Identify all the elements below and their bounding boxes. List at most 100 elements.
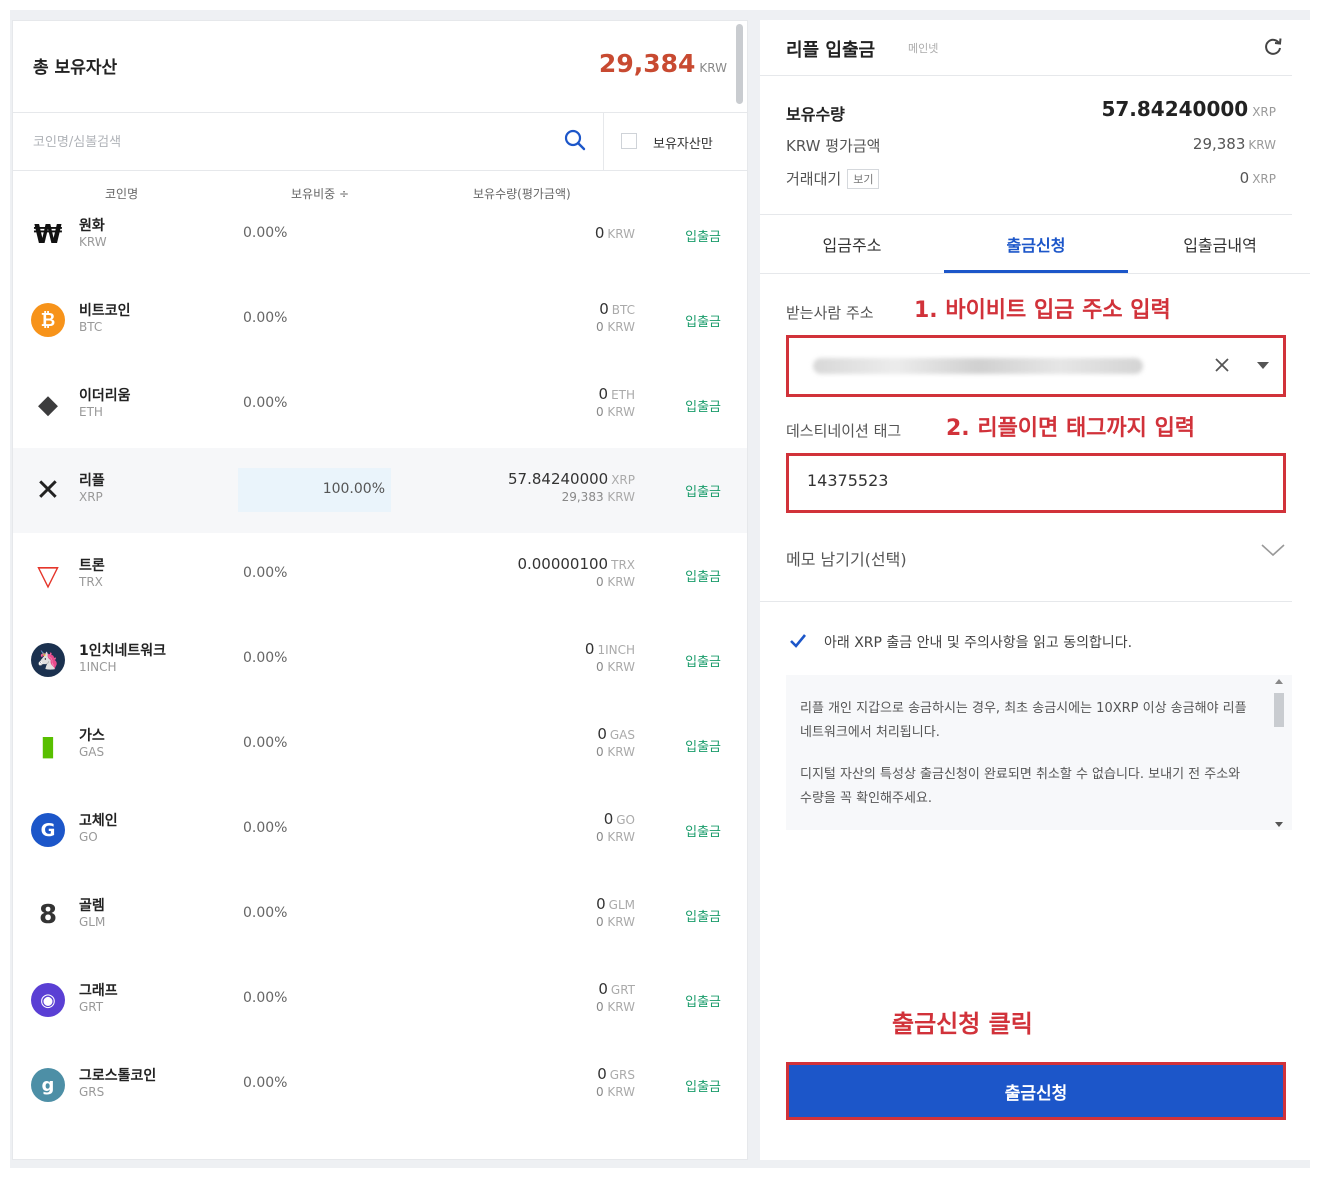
checkmark-icon[interactable]	[788, 631, 808, 651]
bitcoin-icon: ₿	[31, 303, 65, 337]
view-pending-button[interactable]: 보기	[847, 169, 880, 189]
deposit-withdraw-link[interactable]: 입출금	[685, 736, 721, 755]
coin-ratio: 0.00%	[243, 735, 288, 751]
coin-quantity-unit: GRS	[609, 1068, 635, 1082]
coin-ratio: 0.00%	[243, 310, 288, 326]
deposit-withdraw-link[interactable]: 입출금	[685, 906, 721, 925]
total-assets-label: 총 보유자산	[33, 58, 118, 78]
coin-quantity: 0 GO	[603, 810, 635, 828]
coin-name: 가스	[79, 728, 105, 744]
coin-ratio: 0.00%	[243, 650, 288, 666]
total-assets-row: 총 보유자산 29,384 KRW	[13, 21, 747, 113]
coin-krw-value: 0 KRW	[595, 1000, 635, 1014]
scroll-up-icon[interactable]	[1275, 679, 1283, 684]
chevron-down-icon[interactable]	[1257, 362, 1269, 369]
coin-row[interactable]: ▮ 가스 GAS 0.00% 0 GAS 0 KRW 입출금	[13, 703, 747, 788]
deposit-withdraw-link[interactable]: 입출금	[685, 1076, 721, 1095]
total-assets-value: 29,384 KRW	[598, 49, 727, 78]
holding-summary: 보유수량 57.84240000 XRP KRW 평가금액 29,383 KRW 거…	[760, 77, 1292, 215]
scroll-down-icon[interactable]	[1275, 822, 1283, 827]
search-divider	[603, 113, 604, 170]
coin-quantity-unit: GLM	[608, 898, 635, 912]
destination-tag-field[interactable]: 14375523	[786, 453, 1286, 513]
ratio-highlight: 100.00%	[238, 468, 391, 512]
tab-history[interactable]: 입출금내역	[1128, 232, 1312, 256]
coin-krw-value: 0 KRW	[595, 660, 635, 674]
coin-quantity: 0 KRW	[594, 224, 635, 242]
deposit-withdraw-link[interactable]: 입출금	[685, 566, 721, 585]
destination-tag-value: 14375523	[807, 471, 889, 490]
memo-label: 메모 남기기(선택)	[786, 550, 907, 569]
coin-krw-value: 0 KRW	[595, 1085, 635, 1099]
1inch-icon: 🦄	[31, 643, 65, 677]
ethereum-icon: ◆	[38, 390, 58, 420]
deposit-withdraw-link[interactable]: 입출금	[685, 651, 721, 670]
tron-icon: ▽	[37, 558, 59, 592]
deposit-withdraw-link[interactable]: 입출금	[685, 991, 721, 1010]
recipient-address-field[interactable]	[786, 335, 1286, 397]
groestlcoin-icon: g	[31, 1068, 65, 1102]
memo-row[interactable]: 메모 남기기(선택)	[760, 532, 1292, 602]
coin-name: 트론	[79, 558, 105, 574]
coin-quantity: 0 GRT	[598, 980, 635, 998]
deposit-withdraw-link[interactable]: 입출금	[685, 821, 721, 840]
coin-name: 골렘	[79, 898, 105, 914]
tab-deposit-address[interactable]: 입금주소	[760, 232, 944, 256]
coin-symbol: KRW	[79, 235, 107, 249]
coin-row[interactable]: g 그로스톨코인 GRS 0.00% 0 GRS 0 KRW 입출금	[13, 1043, 747, 1128]
mainnet-badge: 메인넷	[908, 42, 939, 55]
refresh-icon[interactable]	[1262, 36, 1284, 58]
coin-quantity-unit: KRW	[607, 227, 635, 241]
notice-paragraph: 디지털 자산의 특성상 출금신청이 완료되면 취소할 수 없습니다. 보내기 전…	[800, 767, 1241, 806]
coin-row[interactable]: ◉ 그래프 GRT 0.00% 0 GRT 0 KRW 입출금	[13, 958, 747, 1043]
coin-row[interactable]: ▽ 트론 TRX 0.00% 0.00000100 TRX 0 KRW 입출금	[13, 533, 747, 618]
krw-value-label: KRW 평가금액	[786, 137, 881, 155]
agree-text: 아래 XRP 출금 안내 및 주의사항을 읽고 동의합니다.	[824, 635, 1133, 651]
coin-name: 그래프	[79, 983, 118, 999]
coin-ratio: 0.00%	[243, 905, 288, 921]
agree-row[interactable]: 아래 XRP 출금 안내 및 주의사항을 읽고 동의합니다.	[786, 630, 1292, 652]
close-icon[interactable]	[1213, 356, 1231, 374]
chevron-down-icon[interactable]	[1260, 540, 1286, 560]
coin-row[interactable]: ₿ 비트코인 BTC 0.00% 0 BTC 0 KRW 입출금	[13, 278, 747, 363]
coin-name: 고체인	[79, 813, 118, 829]
coin-ratio: 0.00%	[243, 990, 288, 1006]
notice-paragraph: 리플 개인 지갑으로 송금하시는 경우, 최초 송금시에는 10XRP 이상 송…	[800, 701, 1247, 740]
deposit-withdraw-link[interactable]: 입출금	[685, 481, 721, 500]
coin-quantity-unit: XRP	[611, 473, 635, 487]
scroll-thumb[interactable]	[1274, 693, 1284, 727]
deposit-withdraw-link[interactable]: 입출금	[685, 311, 721, 330]
coin-search-input[interactable]	[33, 131, 533, 153]
deposit-withdraw-link[interactable]: 입출금	[685, 226, 721, 245]
gochain-icon: G	[31, 813, 65, 847]
coin-name: 이더리움	[79, 388, 131, 404]
coin-row[interactable]: ₩ 원화 KRW 0.00% 0 KRW 입출금	[13, 193, 747, 278]
destination-tag-label: 데스티네이션 태그	[786, 422, 902, 440]
coin-row[interactable]: 🦄 1인치네트워크 1INCH 0.00% 0 1INCH 0 KRW 입출금	[13, 618, 747, 703]
coin-quantity-unit: GAS	[609, 728, 635, 742]
search-icon[interactable]	[563, 128, 587, 152]
coin-krw-value: 0 KRW	[595, 405, 635, 419]
coin-row[interactable]: ✕ 리플 XRP 100.00% 57.84240000 XRP 29,383 KRW 입출금	[13, 448, 747, 533]
withdraw-submit-button[interactable]: 출금신청	[786, 1062, 1286, 1120]
coin-row[interactable]: G 고체인 GO 0.00% 0 GO 0 KRW 입출금	[13, 788, 747, 873]
notice-scrollbar[interactable]	[1274, 679, 1284, 827]
coin-ratio: 0.00%	[243, 820, 288, 836]
withdraw-tabs: 입금주소 출금신청 입출금내역	[760, 216, 1310, 274]
deposit-withdraw-link[interactable]: 입출금	[685, 396, 721, 415]
coin-name: 그로스톨코인	[79, 1068, 157, 1084]
tab-withdraw-request[interactable]: 출금신청	[944, 232, 1128, 256]
annotation-step1: 1. 바이비트 입금 주소 입력	[914, 298, 1171, 323]
coin-krw-value: 0 KRW	[595, 745, 635, 759]
coin-krw-value: 0 KRW	[595, 915, 635, 929]
withdraw-notice: 리플 개인 지갑으로 송금하시는 경우, 최초 송금시에는 10XRP 이상 송…	[786, 675, 1292, 830]
coin-row[interactable]: 8 골렘 GLM 0.00% 0 GLM 0 KRW 입출금	[13, 873, 747, 958]
coin-symbol: BTC	[79, 320, 103, 334]
coin-krw-value: 0 KRW	[595, 575, 635, 589]
coin-quantity-unit: GO	[616, 813, 635, 827]
coin-quantity: 0 BTC	[599, 300, 635, 318]
asset-scrollbar[interactable]	[736, 24, 743, 104]
coin-quantity: 0 GRS	[597, 1065, 635, 1083]
coin-row[interactable]: ◆ 이더리움 ETH 0.00% 0 ETH 0 KRW 입출금	[13, 363, 747, 448]
owned-only-checkbox[interactable]	[621, 133, 637, 149]
